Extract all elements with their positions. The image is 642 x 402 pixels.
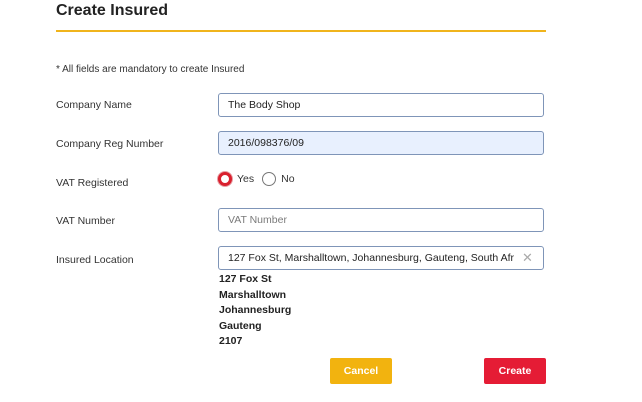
vat-number-input[interactable] (228, 214, 534, 226)
address-line: Johannesburg (219, 304, 292, 316)
company-reg-value: 2016/098376/09 (228, 137, 304, 149)
address-line: Gauteng (219, 319, 262, 332)
cancel-button[interactable]: Cancel (330, 358, 392, 384)
address-details: 127 Fox St Marshalltown Johannesburg Gau… (219, 272, 291, 350)
vat-registered-label: VAT Registered (56, 177, 129, 189)
clear-icon[interactable]: ✕ (522, 251, 534, 264)
company-name-value: The Body Shop (228, 99, 301, 111)
address-line: 127 Fox St (219, 273, 272, 285)
create-button[interactable]: Create (484, 358, 546, 384)
company-name-field[interactable]: The Body Shop (218, 93, 544, 117)
address-line: Marshalltown (219, 288, 287, 301)
mandatory-note: * All fields are mandatory to create Ins… (56, 64, 245, 75)
company-name-label: Company Name (56, 99, 132, 111)
insured-location-label: Insured Location (56, 254, 134, 266)
vat-yes-radio[interactable] (218, 172, 232, 186)
address-line: 2107 (219, 335, 243, 347)
company-reg-field[interactable]: 2016/098376/09 (218, 131, 544, 155)
page-title: Create Insured (56, 2, 169, 19)
insured-location-value: 127 Fox St, Marshalltown, Johannesburg, … (228, 252, 514, 264)
vat-number-label: VAT Number (56, 215, 115, 227)
insured-location-field[interactable]: 127 Fox St, Marshalltown, Johannesburg, … (218, 246, 544, 270)
vat-no-radio[interactable] (262, 172, 277, 186)
title-divider (56, 30, 546, 32)
vat-no-label[interactable]: No (281, 173, 294, 185)
vat-number-field[interactable] (218, 208, 544, 232)
vat-yes-label[interactable]: Yes (237, 173, 254, 185)
company-reg-label: Company Reg Number (56, 138, 164, 150)
vat-registered-radio-group: Yes No (218, 172, 303, 186)
